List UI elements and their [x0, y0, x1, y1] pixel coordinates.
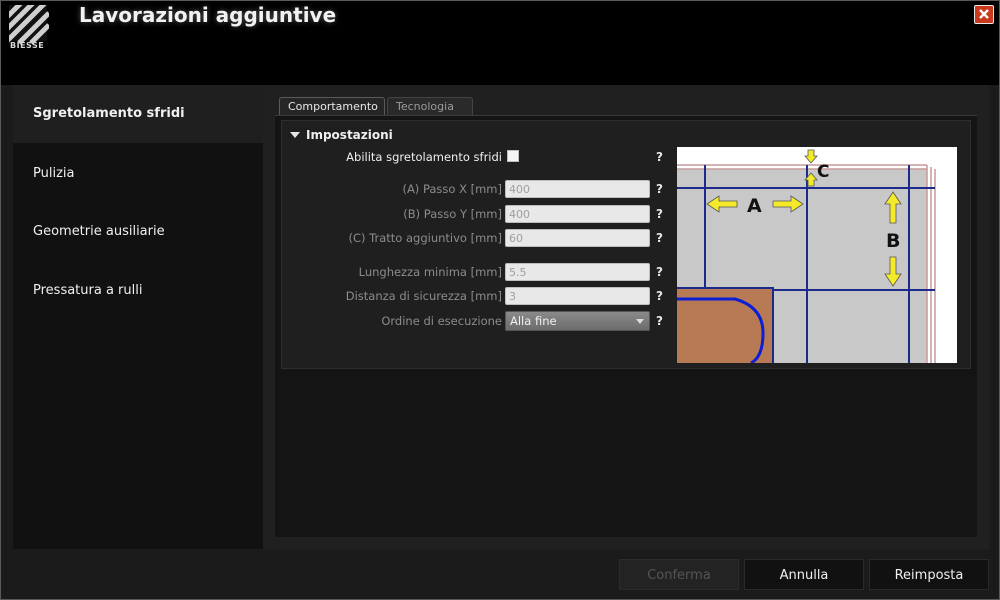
- label-b: B: [886, 230, 900, 252]
- sidebar: Sgretolamento sfridi Pulizia Geometrie a…: [13, 85, 263, 549]
- dialog-window: BIESSE Lavorazioni aggiuntive Sgretolame…: [0, 0, 1000, 600]
- settings-group: Impostazioni Abilita sgretolamento sfrid…: [281, 120, 971, 369]
- help-icon[interactable]: ?: [656, 289, 663, 303]
- passo-y-input[interactable]: [505, 205, 650, 223]
- help-icon[interactable]: ?: [656, 231, 663, 245]
- section-title: Impostazioni: [306, 128, 393, 142]
- section-header[interactable]: Impostazioni: [290, 128, 393, 142]
- close-button[interactable]: [974, 5, 994, 24]
- label-a: A: [747, 195, 762, 217]
- help-icon[interactable]: ?: [656, 265, 663, 279]
- tab-comportamento[interactable]: Comportamento: [279, 97, 385, 115]
- reset-button[interactable]: Reimposta: [869, 559, 989, 590]
- sidebar-item-pressatura-a-rulli[interactable]: Pressatura a rulli: [13, 262, 263, 320]
- help-icon[interactable]: ?: [656, 207, 663, 221]
- label-c: C: [817, 162, 829, 182]
- tratto-aggiuntivo-label: (C) Tratto aggiuntivo [mm]: [348, 231, 502, 245]
- dialog-title: Lavorazioni aggiuntive: [79, 3, 337, 27]
- tratto-aggiuntivo-input[interactable]: [505, 229, 650, 247]
- ordine-esecuzione-select[interactable]: Alla fine: [505, 311, 650, 331]
- sidebar-item-geometrie-ausiliarie[interactable]: Geometrie ausiliarie: [13, 203, 263, 261]
- lunghezza-minima-input[interactable]: [505, 263, 650, 281]
- chevron-down-icon: [636, 319, 644, 324]
- collapse-triangle-icon: [290, 132, 300, 138]
- tab-tecnologia[interactable]: Tecnologia: [387, 97, 473, 115]
- passo-y-label: (B) Passo Y [mm]: [403, 207, 502, 221]
- content-area: Comportamento Tecnologia Impostazioni Ab…: [263, 85, 989, 549]
- passo-x-label: (A) Passo X [mm]: [402, 182, 502, 196]
- close-icon: [979, 9, 989, 19]
- sidebar-item-pulizia[interactable]: Pulizia: [13, 145, 263, 203]
- passo-x-input[interactable]: [505, 180, 650, 198]
- enable-checkbox[interactable]: [507, 150, 519, 162]
- lunghezza-minima-label: Lunghezza minima [mm]: [358, 265, 502, 279]
- ordine-esecuzione-label: Ordine di esecuzione: [381, 314, 502, 328]
- help-icon[interactable]: ?: [656, 182, 663, 196]
- help-icon[interactable]: ?: [656, 150, 663, 164]
- title-bar: BIESSE Lavorazioni aggiuntive: [1, 1, 999, 85]
- tab-panel: Impostazioni Abilita sgretolamento sfrid…: [275, 115, 977, 537]
- enable-label: Abilita sgretolamento sfridi: [346, 150, 502, 164]
- logo-text: BIESSE: [10, 41, 45, 50]
- sidebar-item-sgretolamento-sfridi[interactable]: Sgretolamento sfridi: [13, 85, 263, 143]
- ordine-esecuzione-value: Alla fine: [510, 314, 557, 328]
- cancel-button[interactable]: Annulla: [744, 559, 864, 590]
- distanza-sicurezza-input[interactable]: [505, 287, 650, 305]
- help-icon[interactable]: ?: [656, 314, 663, 328]
- sgretolamento-diagram: A B C: [677, 147, 957, 363]
- distanza-sicurezza-label: Distanza di sicurezza [mm]: [345, 289, 502, 303]
- confirm-button[interactable]: Conferma: [619, 559, 739, 590]
